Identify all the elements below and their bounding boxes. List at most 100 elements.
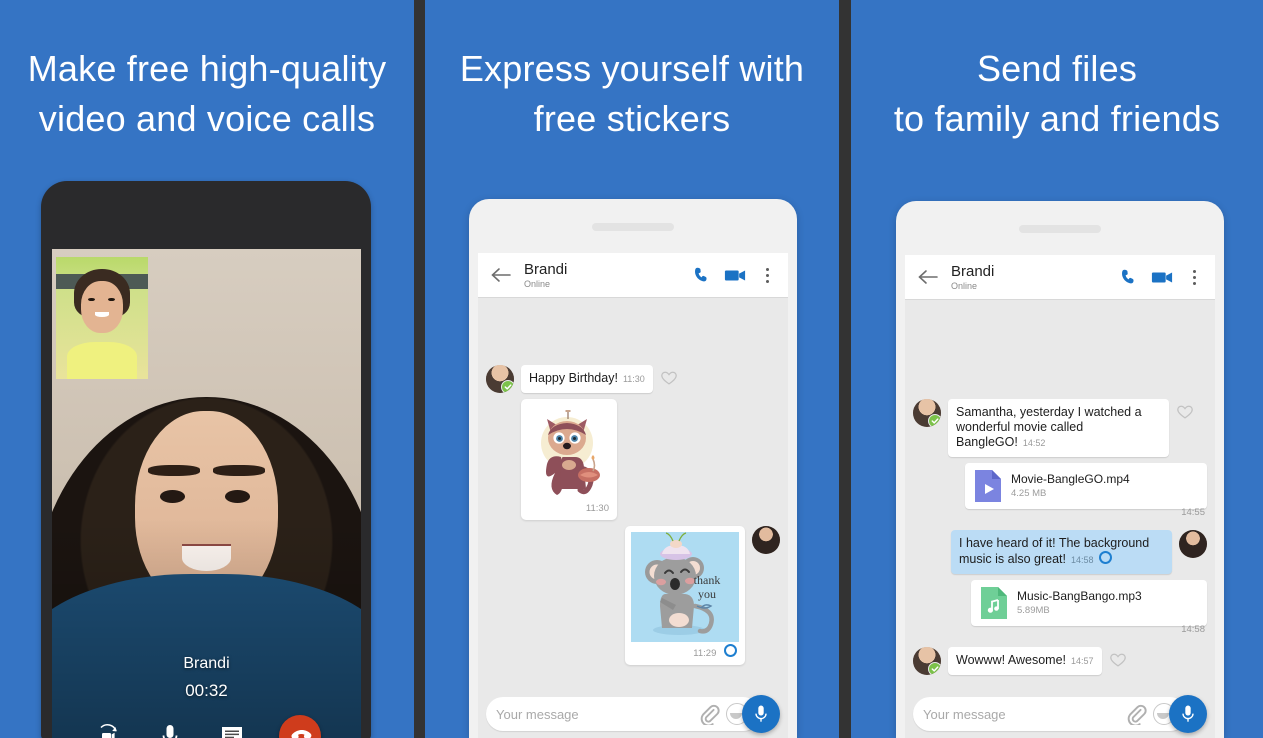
chat-contact-name: Brandi xyxy=(524,260,568,278)
call-controls xyxy=(52,715,361,738)
mouse-thank-you-sticker: thank you xyxy=(631,532,739,642)
file-meta: Movie-BangleGO.mp4 4.25 MB xyxy=(1011,472,1130,500)
message-composer: Your message xyxy=(478,690,788,738)
paperclip-icon[interactable] xyxy=(1125,703,1147,727)
headline-line-1: Express yourself with xyxy=(459,48,805,89)
video-call-screen: Brandi 00:32 xyxy=(52,249,361,738)
call-contact-name: Brandi xyxy=(183,655,230,672)
online-badge-icon xyxy=(928,414,941,427)
self-person-shirt xyxy=(67,342,137,379)
screenshot-stage: Make free high-quality video and voice c… xyxy=(0,0,1263,738)
file-chat-screen: Brandi Online Samantha, yesterday I watc… xyxy=(905,255,1215,738)
end-call-button[interactable] xyxy=(278,715,321,738)
sticker-message[interactable]: 11:30 xyxy=(521,399,617,520)
panel-divider-2 xyxy=(840,0,851,738)
chat-contact-status: Online xyxy=(524,278,551,289)
video-file-icon xyxy=(975,470,1001,502)
video-camera-icon[interactable] xyxy=(722,262,748,288)
message-text: Happy Birthday! xyxy=(529,371,618,385)
overflow-menu-icon[interactable] xyxy=(758,267,776,283)
message-composer: Your message xyxy=(905,690,1215,738)
arrow-left-icon[interactable] xyxy=(490,263,514,287)
overflow-menu-icon[interactable] xyxy=(1185,269,1203,285)
switch-camera-icon[interactable] xyxy=(93,721,123,738)
message-time: 14:58 xyxy=(1181,624,1205,635)
headline-stickers: Express yourself with free stickers xyxy=(425,44,839,144)
file-name: Music-BangBango.mp3 xyxy=(1017,589,1142,603)
avatar[interactable] xyxy=(913,399,941,427)
message-row: 11:30 xyxy=(486,399,780,520)
file-attachment-card[interactable]: Music-BangBango.mp3 5.89MB xyxy=(971,580,1207,626)
phone-icon[interactable] xyxy=(1115,264,1141,290)
microphone-icon xyxy=(755,705,767,722)
sticker-text-line1: thank xyxy=(694,573,721,587)
read-receipt-icon xyxy=(724,644,737,657)
video-camera-icon[interactable] xyxy=(1149,264,1175,290)
end-call-icon xyxy=(290,729,311,738)
arrow-left-icon[interactable] xyxy=(917,265,941,289)
message-bubble[interactable]: Samantha, yesterday I watched a wonderfu… xyxy=(948,399,1169,457)
chat-icon[interactable] xyxy=(217,721,247,738)
chat-contact-status: Online xyxy=(951,280,978,291)
microphone-icon xyxy=(1182,705,1194,722)
heart-icon[interactable] xyxy=(660,369,678,387)
phone-device-files: Brandi Online Samantha, yesterday I watc… xyxy=(896,201,1224,738)
self-person-face xyxy=(80,281,124,333)
chat-header: Brandi Online xyxy=(478,253,788,297)
chat-header-titles: Brandi Online xyxy=(951,263,1107,292)
phone-device-stickers: Brandi Online Happy Birthday! 11:30 11:3… xyxy=(469,199,797,738)
headline-line-2: video and voice calls xyxy=(38,98,376,139)
headline-video-call: Make free high-quality video and voice c… xyxy=(0,44,414,144)
message-input-placeholder[interactable]: Your message xyxy=(496,707,698,722)
sticker-footer: 11:29 xyxy=(631,644,739,659)
earpiece-grille xyxy=(1019,225,1101,233)
headline-line-2: to family and friends xyxy=(893,98,1221,139)
voice-record-button[interactable] xyxy=(742,695,780,733)
message-input-pill[interactable]: Your message xyxy=(913,697,1187,731)
chat-header: Brandi Online xyxy=(905,255,1215,299)
file-name: Movie-BangleGO.mp4 xyxy=(1011,472,1130,486)
message-row: Wowww! Awesome! 14:57 xyxy=(913,647,1207,675)
file-attachment-card[interactable]: Movie-BangleGO.mp4 4.25 MB xyxy=(965,463,1207,509)
paperclip-icon[interactable] xyxy=(698,703,720,727)
avatar[interactable] xyxy=(1179,530,1207,558)
sticker-chat-screen: Brandi Online Happy Birthday! 11:30 11:3… xyxy=(478,253,788,738)
voice-record-button[interactable] xyxy=(1169,695,1207,733)
sticker-message-list[interactable]: Happy Birthday! 11:30 11:30 thank you 11… xyxy=(478,297,788,690)
call-duration: 00:32 xyxy=(185,681,228,700)
online-badge-icon xyxy=(501,380,514,393)
message-row: Happy Birthday! 11:30 xyxy=(486,365,780,393)
message-bubble[interactable]: I have heard of it! The background music… xyxy=(951,530,1172,574)
message-row: Movie-BangleGO.mp4 4.25 MB 14:55 xyxy=(913,463,1207,524)
file-size: 5.89MB xyxy=(1017,605,1050,616)
file-meta: Music-BangBango.mp3 5.89MB xyxy=(1017,589,1142,617)
message-bubble[interactable]: Wowww! Awesome! 14:57 xyxy=(948,647,1102,675)
chat-contact-name: Brandi xyxy=(951,262,995,280)
sticker-time: 11:30 xyxy=(585,503,609,514)
message-text: Wowww! Awesome! xyxy=(956,653,1066,667)
message-row: I have heard of it! The background music… xyxy=(913,530,1207,574)
headline-line-1: Send files xyxy=(976,48,1138,89)
avatar[interactable] xyxy=(752,526,780,554)
file-message-list[interactable]: Samantha, yesterday I watched a wonderfu… xyxy=(905,299,1215,690)
message-input-placeholder[interactable]: Your message xyxy=(923,707,1125,722)
microphone-icon[interactable] xyxy=(155,721,185,738)
message-time: 14:52 xyxy=(1022,438,1046,448)
self-view-thumbnail[interactable] xyxy=(56,257,148,379)
message-time: 14:55 xyxy=(1181,507,1205,518)
message-text: I have heard of it! The background music… xyxy=(959,536,1150,566)
cat-with-cake-sticker xyxy=(527,405,611,501)
heart-icon[interactable] xyxy=(1176,403,1194,421)
sticker-message[interactable]: thank you 11:29 xyxy=(625,526,745,665)
message-input-pill[interactable]: Your message xyxy=(486,697,760,731)
message-time: 11:30 xyxy=(622,374,645,384)
phone-device-dark: Brandi 00:32 xyxy=(41,181,371,738)
heart-icon[interactable] xyxy=(1109,651,1127,669)
avatar[interactable] xyxy=(486,365,514,393)
message-row: Samantha, yesterday I watched a wonderfu… xyxy=(913,399,1207,457)
message-bubble[interactable]: Happy Birthday! 11:30 xyxy=(521,365,653,393)
self-smile xyxy=(94,311,110,317)
avatar[interactable] xyxy=(913,647,941,675)
message-time: 14:57 xyxy=(1071,656,1094,666)
phone-icon[interactable] xyxy=(688,262,714,288)
